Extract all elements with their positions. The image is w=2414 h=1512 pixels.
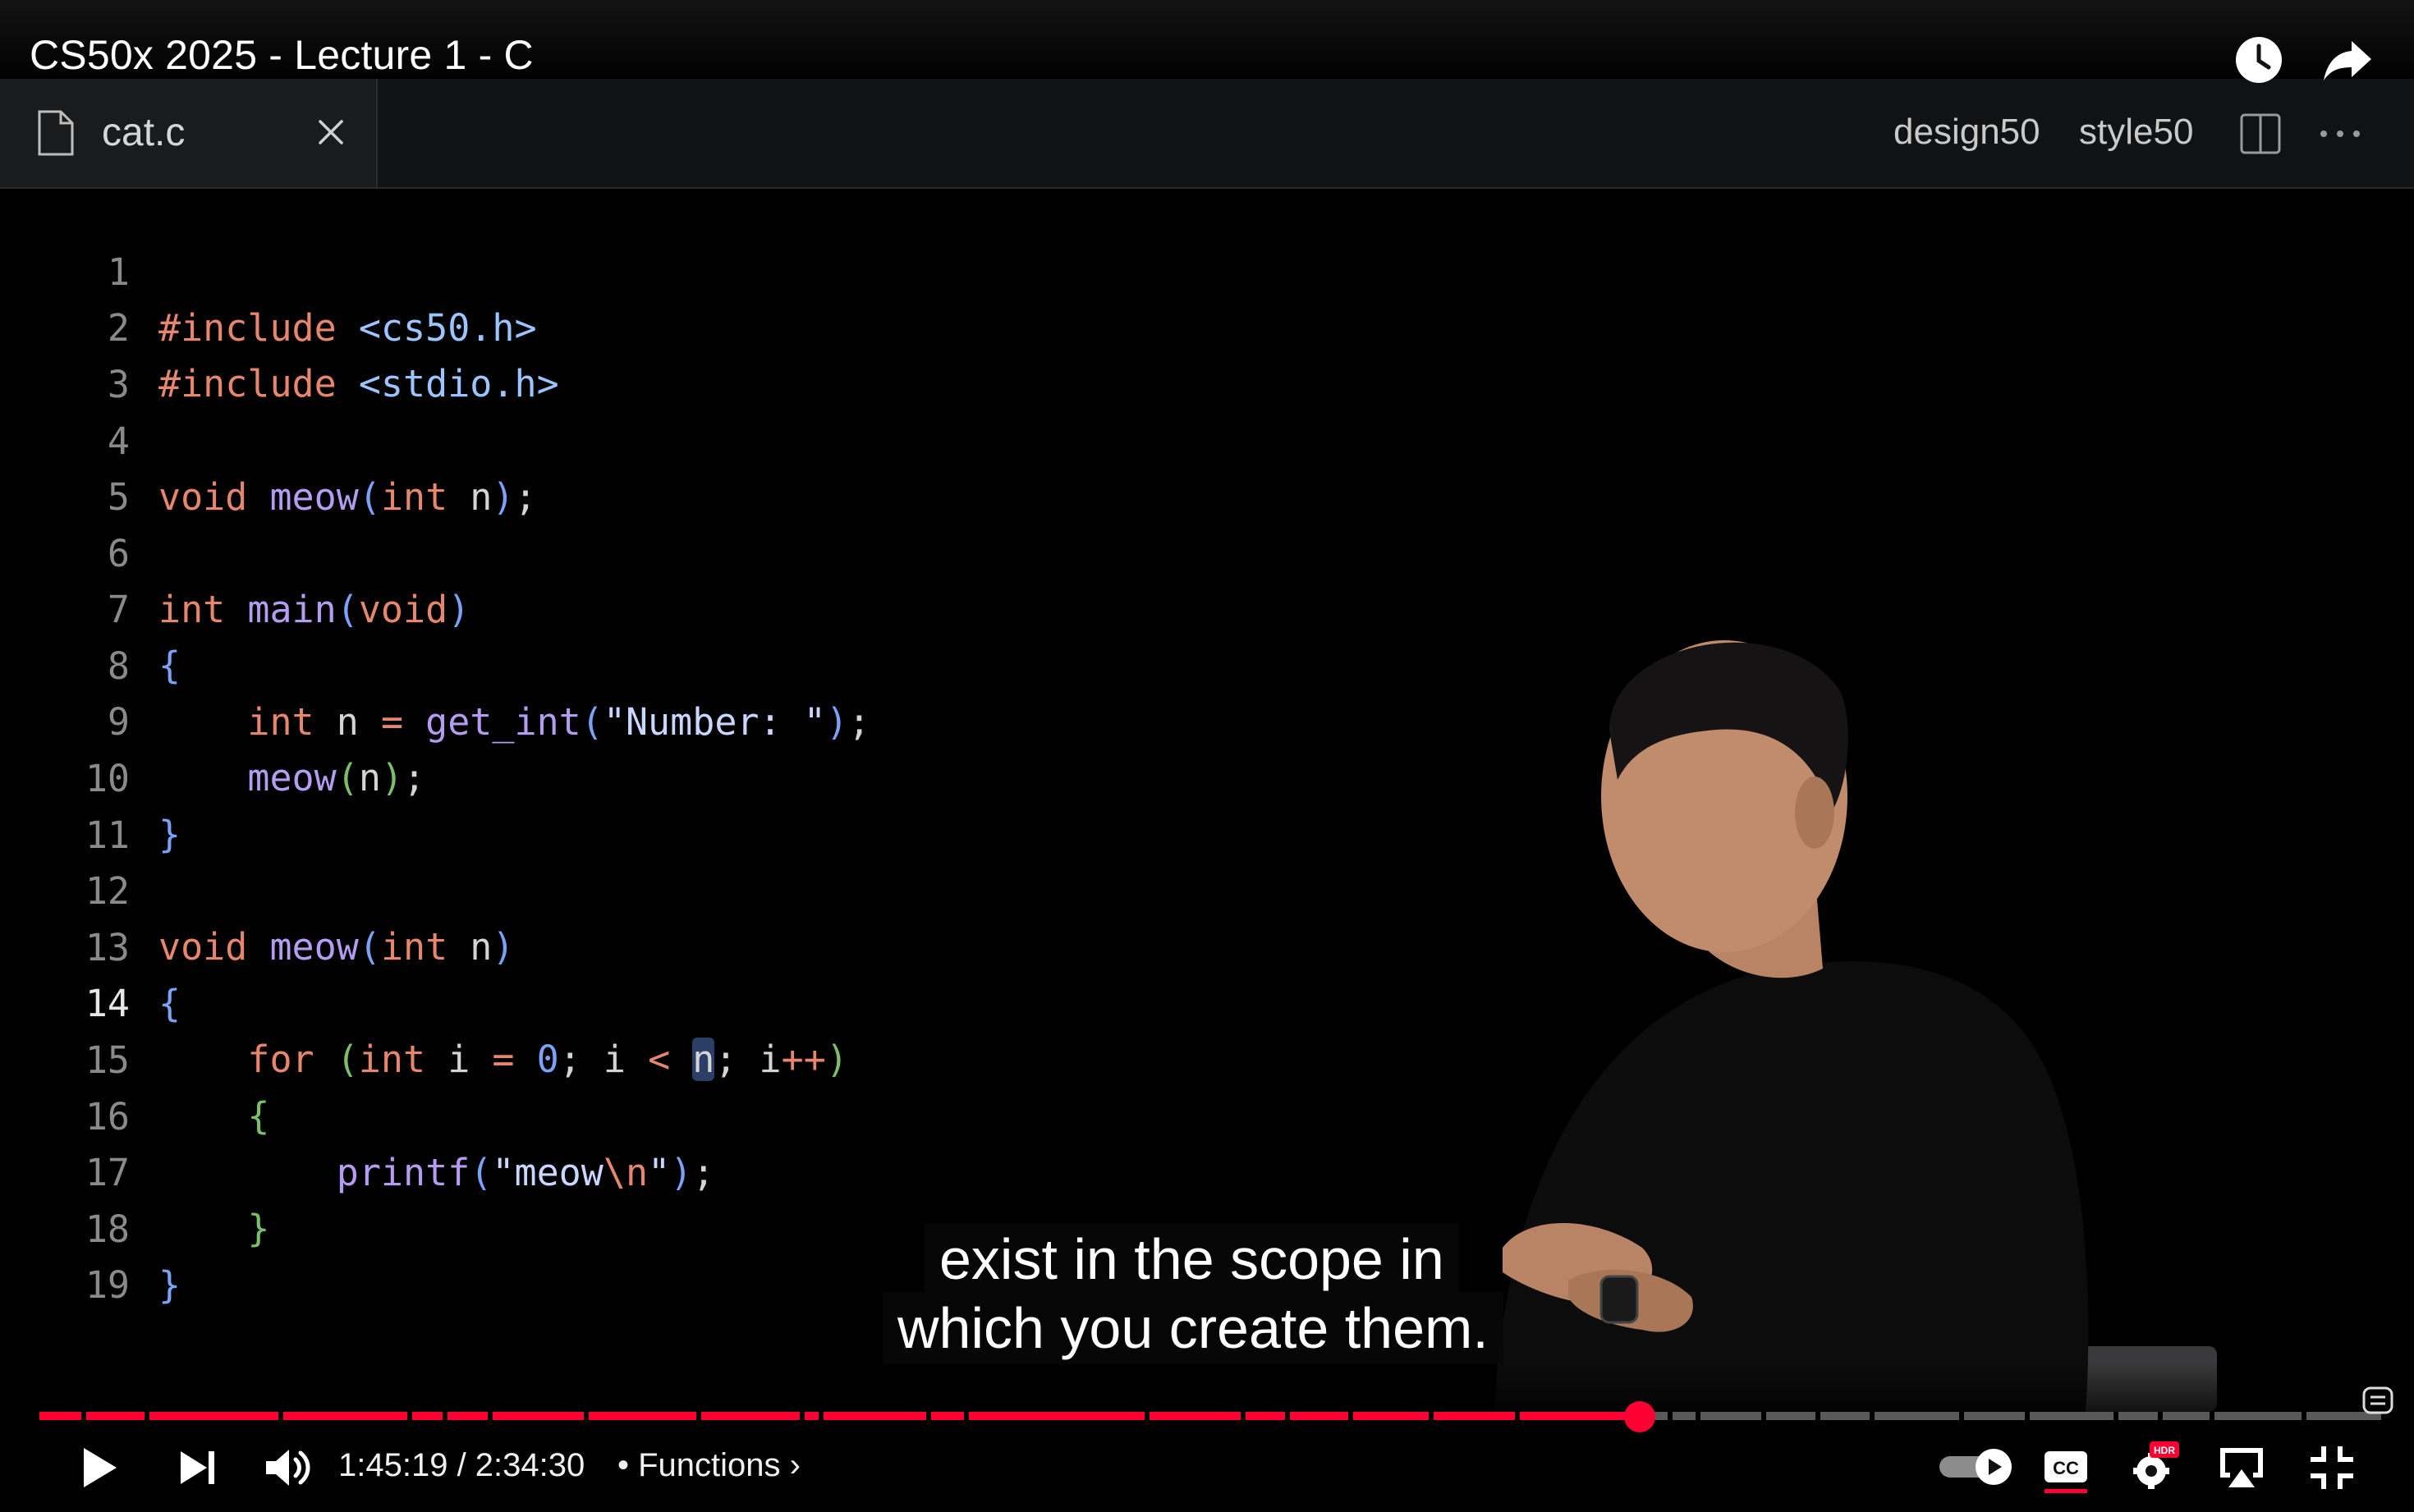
progress-chapter-segment[interactable] [1700, 1412, 1762, 1420]
more-actions-icon[interactable] [2315, 112, 2365, 156]
code-line: 6 int main(void) [0, 470, 470, 631]
file-tab-label: cat.c [102, 111, 186, 154]
progress-chapter-segment[interactable] [968, 1412, 1145, 1420]
code-text: } [247, 1207, 270, 1250]
progress-chapter-segment[interactable] [86, 1412, 145, 1420]
code-text: void meow(int n); [158, 475, 537, 519]
progress-chapter-segment[interactable] [283, 1412, 408, 1420]
progress-chapter-segment[interactable] [2214, 1412, 2302, 1420]
caption-line-1: exist in the scope in [925, 1223, 1459, 1295]
code-line: 8 int n = get_int("Number: "); [0, 583, 870, 744]
chapter-link[interactable]: • Functions › [617, 1447, 801, 1484]
progress-chapter-segment[interactable] [447, 1412, 488, 1420]
code-line: 9 meow(n); [0, 639, 425, 800]
file-tab-cat-c[interactable]: cat.c [0, 79, 378, 187]
time-display: 1:45:19 / 2:34:30 [338, 1447, 585, 1483]
progress-bar[interactable] [39, 1412, 2386, 1420]
code-text: #include <cs50.h> [158, 306, 537, 350]
close-icon[interactable] [310, 112, 351, 153]
line-number: 19 [85, 1263, 130, 1307]
progress-chapter-segment[interactable] [1246, 1412, 1286, 1420]
code-line: 10 } [0, 695, 181, 856]
code-line: 19 [0, 1202, 134, 1307]
progress-chapter-segment[interactable] [492, 1412, 584, 1420]
progress-chapter-segment[interactable] [1673, 1412, 1696, 1420]
code-text: { [158, 644, 181, 687]
code-line: 7 { [0, 526, 181, 687]
video-title[interactable]: CS50x 2025 - Lecture 1 - C [30, 31, 534, 79]
progress-chapter-segment[interactable] [39, 1412, 82, 1420]
code-text: { [158, 982, 181, 1025]
code-text: int n = get_int("Number: "); [247, 700, 870, 744]
code-line: 15 { [0, 977, 270, 1138]
progress-chapter-segment[interactable] [931, 1412, 964, 1420]
progress-chapter-segment[interactable] [588, 1412, 696, 1420]
play-button[interactable] [72, 1441, 125, 1494]
code-text: } [158, 813, 181, 856]
style50-button[interactable]: style50 [2079, 112, 2193, 153]
video-frame[interactable]: cat.c design50 style50 1 #include <cs50.… [0, 0, 2414, 1512]
code-line: 16 printf("meow\n"); [0, 1033, 715, 1194]
airplay-icon[interactable] [2215, 1441, 2268, 1494]
progress-chapter-segment[interactable] [1149, 1412, 1241, 1420]
cc-badge-text: CC [2053, 1458, 2079, 1478]
code-line: 12 void meow(int n) [0, 808, 515, 969]
progress-chapter-segment[interactable] [2118, 1412, 2159, 1420]
progress-chapter-segment[interactable] [1290, 1412, 1349, 1420]
progress-chapter-segment[interactable] [1353, 1412, 1429, 1420]
progress-chapter-segment[interactable] [1520, 1412, 1636, 1420]
progress-chapter-segment[interactable] [804, 1412, 819, 1420]
progress-chapter-segment[interactable] [149, 1412, 279, 1420]
progress-chapter-segment[interactable] [2163, 1412, 2210, 1420]
share-icon[interactable] [2320, 33, 2375, 87]
progress-chapter-segment[interactable] [412, 1412, 443, 1420]
hdr-badge: HDR [2154, 1445, 2175, 1456]
progress-chapter-segment[interactable] [1874, 1412, 1959, 1420]
progress-chapter-segment[interactable] [1963, 1412, 2025, 1420]
code-line: 18 } [0, 1146, 181, 1307]
code-text: printf("meow\n"); [336, 1151, 715, 1194]
code-line: 13 { [0, 864, 181, 1025]
code-line: 11 [0, 752, 134, 857]
code-text: #include <stdio.h> [158, 362, 559, 405]
presenter-image [1494, 640, 2217, 1412]
editor-tab-strip: cat.c design50 style50 [0, 79, 2414, 189]
storyboard-icon[interactable] [2361, 1386, 2394, 1415]
progress-chapter-segment[interactable] [1766, 1412, 1816, 1420]
caption-line-2: which you create them. [883, 1292, 1503, 1364]
progress-chapter-segment[interactable] [823, 1412, 927, 1420]
code-line: 3 [0, 301, 134, 406]
gear-icon: HDR [2133, 1441, 2179, 1489]
code-line: 5 [0, 414, 134, 519]
next-video-button[interactable] [171, 1441, 223, 1494]
volume-icon[interactable] [261, 1441, 314, 1494]
cc-icon: CC [2045, 1451, 2087, 1493]
code-text: int main(void) [158, 588, 470, 631]
code-line: 1 #include <cs50.h> [0, 189, 537, 350]
progress-chapter-segment[interactable] [700, 1412, 800, 1420]
code-text: void meow(int n) [158, 925, 515, 969]
settings-button[interactable]: HDR [2127, 1441, 2179, 1494]
code-line: 17 } [0, 1089, 270, 1250]
code-line: 4 void meow(int n); [0, 358, 537, 519]
progress-chapter-segment[interactable] [2029, 1412, 2114, 1420]
exit-fullscreen-icon[interactable] [2306, 1441, 2358, 1494]
file-icon [38, 110, 74, 156]
progress-chapter-segment[interactable] [1433, 1412, 1516, 1420]
progress-chapter-segment[interactable] [1820, 1412, 1870, 1420]
captions-button[interactable]: CC [2040, 1443, 2092, 1496]
split-editor-icon[interactable] [2238, 112, 2283, 156]
video-title-bar: CS50x 2025 - Lecture 1 - C [0, 0, 2414, 83]
autoplay-toggle[interactable] [1938, 1446, 2015, 1487]
code-line-active: 14 for (int i = 0; i < n; i++) [0, 920, 848, 1081]
code-text: meow(n); [247, 756, 426, 800]
code-text: for (int i = 0; i < n; i++) [247, 1038, 848, 1081]
progress-scrubber[interactable] [1624, 1401, 1656, 1432]
watch-later-icon[interactable] [2232, 33, 2286, 87]
code-text: { [247, 1094, 270, 1138]
design50-button[interactable]: design50 [1893, 112, 2040, 153]
code-line: 2 #include <stdio.h> [0, 245, 559, 405]
code-text: } [158, 1263, 181, 1307]
